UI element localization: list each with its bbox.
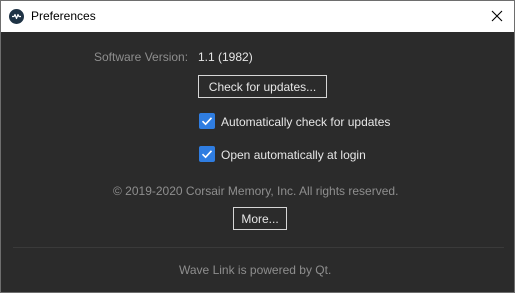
check-for-updates-button[interactable]: Check for updates... [198,75,327,98]
title-bar[interactable]: Preferences [1,1,514,32]
software-version-value: 1.1 (1982) [198,50,253,64]
more-button[interactable]: More... [233,207,287,230]
auto-check-updates-label[interactable]: Automatically check for updates [221,115,390,129]
open-at-login-label[interactable]: Open automatically at login [221,148,366,162]
powered-by-text: Wave Link is powered by Qt. [179,263,332,277]
open-at-login-checkbox[interactable] [199,146,215,162]
divider [13,247,504,248]
checkmark-icon [201,150,213,159]
close-button[interactable] [480,1,514,32]
copyright-text: © 2019-2020 Corsair Memory, Inc. All rig… [113,184,399,198]
close-icon [491,10,503,22]
preferences-window: Preferences Software Version: 1.1 (1982)… [0,0,515,293]
checkmark-icon [201,117,213,126]
window-title: Preferences [31,9,96,23]
software-version-label: Software Version: [94,50,189,64]
auto-check-updates-checkbox[interactable] [199,113,215,129]
wave-link-icon [9,9,24,24]
